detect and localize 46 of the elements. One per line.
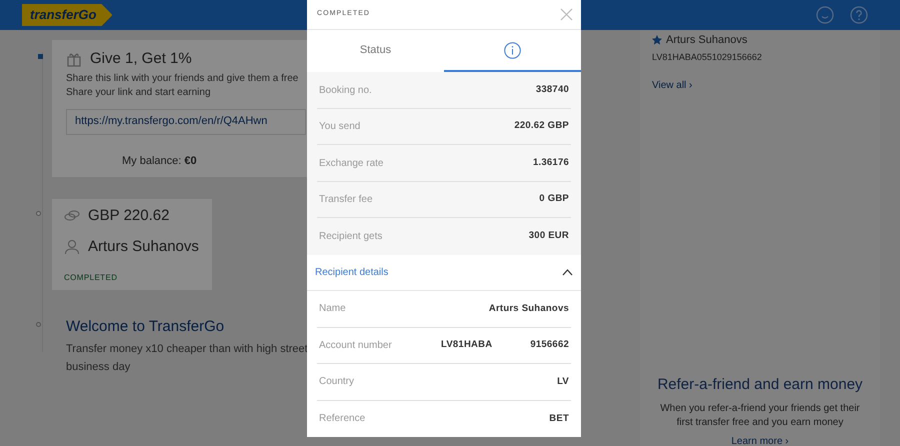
logo[interactable]: transferGo [22, 4, 112, 26]
field-label: Account number [319, 338, 392, 353]
card-title: Give 1, Get 1% [90, 49, 192, 69]
learn-more-link[interactable]: Learn more › [652, 434, 868, 446]
star-icon [652, 35, 662, 46]
field-value: 300 EUR [528, 229, 569, 244]
field-label: You send [319, 120, 360, 134]
field-value: 220.62 GBP [514, 119, 569, 134]
description-text: Share your link and start earning [66, 86, 211, 98]
description-text: business day [66, 360, 130, 374]
field-label: Exchange rate [319, 156, 384, 171]
info-icon [504, 42, 521, 59]
status-label: COMPLETED [64, 272, 118, 284]
field-label: Country [319, 375, 354, 390]
person-icon [64, 238, 80, 255]
help-icon[interactable] [850, 6, 868, 24]
transfer-amount: GBP 220.62 [88, 206, 170, 226]
field-value: 9156662 [530, 338, 569, 352]
field-value: LV81HABA [441, 338, 492, 352]
recipient-name: Arturs Suhanovs [666, 33, 748, 48]
referral-link-field[interactable]: https://my.transfergo.com/en/r/Q4AHwn [66, 108, 306, 134]
chevron-icon [562, 268, 573, 276]
smile-icon[interactable] [816, 6, 834, 24]
field-label: Booking no. [319, 84, 372, 98]
promo-text: When you refer-a-friend your friends get their first transfer free and you earn money [659, 402, 861, 430]
field-value: 338740 [536, 82, 569, 97]
balance-text: My balance: €0 [121, 154, 198, 168]
recipient-name: Arturs Suhanovs [88, 236, 199, 256]
description-text: Share this link with your friends and give them a free [66, 72, 298, 84]
field-value: 1.36176 [532, 156, 569, 170]
field-value: LV [557, 374, 569, 389]
field-label: Recipient gets [319, 230, 382, 244]
field-label: Name [319, 302, 346, 316]
field-value: Arturs Suhanovs [488, 302, 569, 316]
field-label: Reference [319, 412, 366, 426]
close-icon[interactable] [560, 8, 573, 22]
gift-icon [66, 51, 82, 68]
promo-title: Refer-a-friend and earn money [656, 374, 864, 394]
field-value: 0 GBP [539, 192, 569, 206]
coins-icon [64, 209, 80, 224]
view-all-link[interactable]: View all › [652, 78, 692, 93]
account-number: LV81HABA0551029156662 [652, 50, 763, 64]
tab[interactable]: Status [307, 30, 444, 72]
section-title: Welcome to TransferGo [66, 317, 226, 337]
field-value: BET [549, 412, 569, 426]
field-label: Transfer fee [319, 193, 373, 208]
